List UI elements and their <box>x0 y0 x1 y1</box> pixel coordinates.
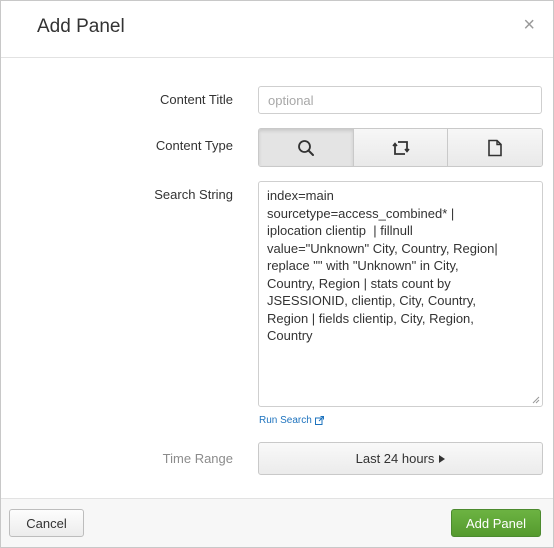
content-type-search-button[interactable] <box>259 129 354 166</box>
close-icon[interactable]: × <box>523 15 535 35</box>
cancel-button[interactable]: Cancel <box>9 509 84 537</box>
content-type-toggle-group <box>258 128 543 167</box>
pivot-icon <box>391 140 410 155</box>
document-icon <box>488 139 502 156</box>
search-string-textarea[interactable]: index=main sourcetype=access_combined* |… <box>258 181 543 407</box>
time-range-picker[interactable]: Last 24 hours <box>258 442 543 475</box>
add-panel-dialog: Add Panel × Content Title Content Type <box>0 0 554 548</box>
run-search-link[interactable]: Run Search <box>259 415 324 426</box>
content-type-document-button[interactable] <box>448 129 542 166</box>
content-type-label: Content Type <box>155 138 233 153</box>
search-icon <box>297 139 314 156</box>
content-type-pivot-button[interactable] <box>353 129 449 166</box>
search-string-value: index=main sourcetype=access_combined* |… <box>267 188 498 343</box>
time-range-label: Time Range <box>162 451 233 466</box>
content-title-input[interactable] <box>258 86 542 114</box>
search-string-label: Search String <box>154 187 233 202</box>
external-link-icon <box>314 416 324 425</box>
content-title-label: Content Title <box>160 92 233 107</box>
dialog-footer: Cancel Add Panel <box>1 498 553 547</box>
resize-handle-icon[interactable] <box>532 396 540 404</box>
dialog-title: Add Panel <box>37 16 125 37</box>
add-panel-button[interactable]: Add Panel <box>451 509 541 537</box>
time-range-value: Last 24 hours <box>355 451 435 466</box>
caret-right-icon <box>439 454 446 463</box>
run-search-label: Run Search <box>259 415 312 426</box>
dialog-header: Add Panel × <box>1 1 553 58</box>
